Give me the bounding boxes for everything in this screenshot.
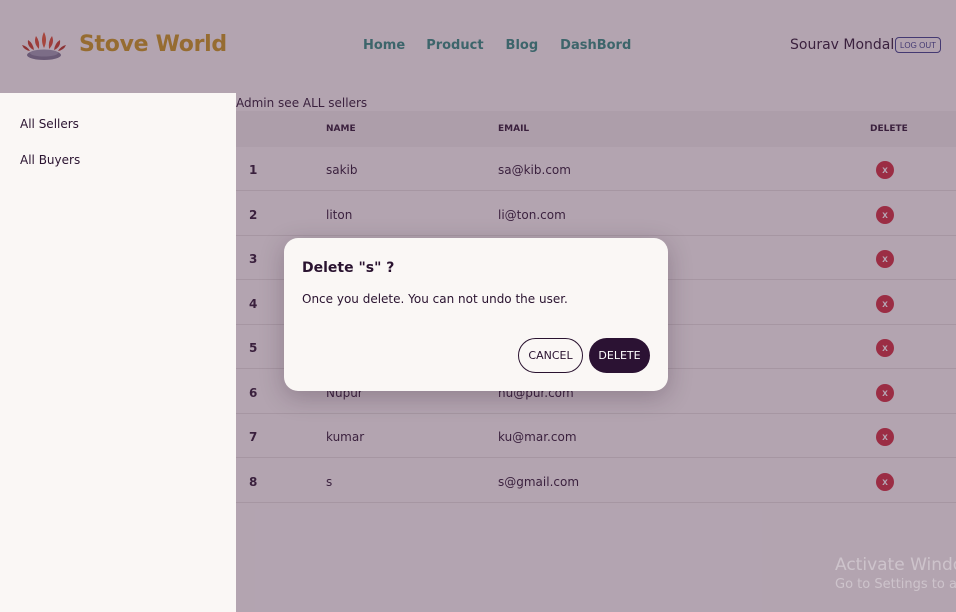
sidebar-item-all-buyers[interactable]: All Buyers: [20, 153, 80, 167]
cancel-button[interactable]: CANCEL: [518, 338, 583, 373]
delete-confirm-modal: Delete "s" ? Once you delete. You can no…: [284, 238, 668, 391]
sidebar: All Sellers All Buyers: [0, 93, 236, 612]
watermark-line-2: Go to Settings to activate Windows.: [835, 577, 956, 592]
delete-button[interactable]: DELETE: [589, 338, 650, 373]
activation-watermark: Activate Windows Go to Settings to activ…: [835, 555, 956, 592]
sidebar-item-all-sellers[interactable]: All Sellers: [20, 117, 79, 131]
modal-title: Delete "s" ?: [302, 260, 395, 276]
watermark-line-1: Activate Windows: [835, 555, 956, 575]
modal-message: Once you delete. You can not undo the us…: [302, 292, 568, 306]
